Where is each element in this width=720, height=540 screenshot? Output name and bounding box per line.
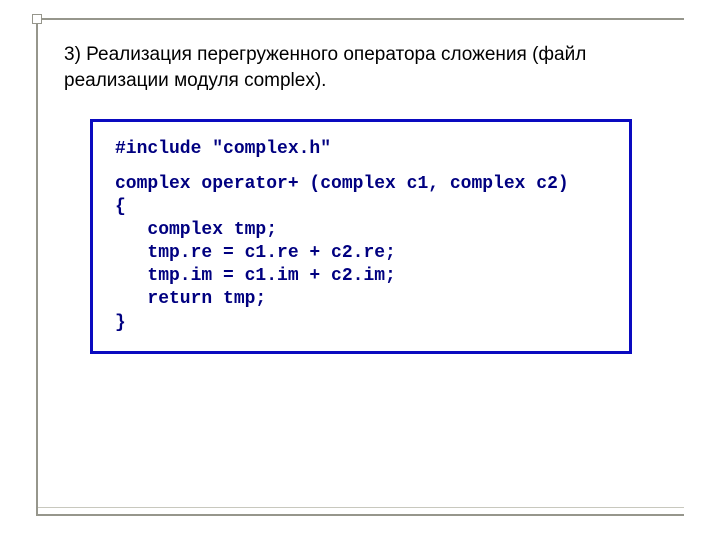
corner-decoration bbox=[32, 14, 42, 24]
code-line: { bbox=[115, 196, 607, 219]
code-line: } bbox=[115, 312, 607, 335]
code-line: tmp.im = c1.im + c2.im; bbox=[115, 265, 607, 288]
code-line: complex tmp; bbox=[115, 219, 607, 242]
slide-title: 3) Реализация перегруженного оператора с… bbox=[64, 42, 658, 93]
bottom-inner-line bbox=[38, 507, 684, 508]
code-gap bbox=[115, 161, 607, 173]
code-line: return tmp; bbox=[115, 288, 607, 311]
code-line: tmp.re = c1.re + c2.re; bbox=[115, 242, 607, 265]
code-line: complex operator+ (complex c1, complex c… bbox=[115, 173, 607, 196]
code-line: #include "complex.h" bbox=[115, 138, 607, 161]
slide-content: 3) Реализация перегруженного оператора с… bbox=[38, 20, 684, 354]
slide-frame: 3) Реализация перегруженного оператора с… bbox=[36, 18, 684, 516]
code-box: #include "complex.h" complex operator+ (… bbox=[90, 119, 632, 353]
